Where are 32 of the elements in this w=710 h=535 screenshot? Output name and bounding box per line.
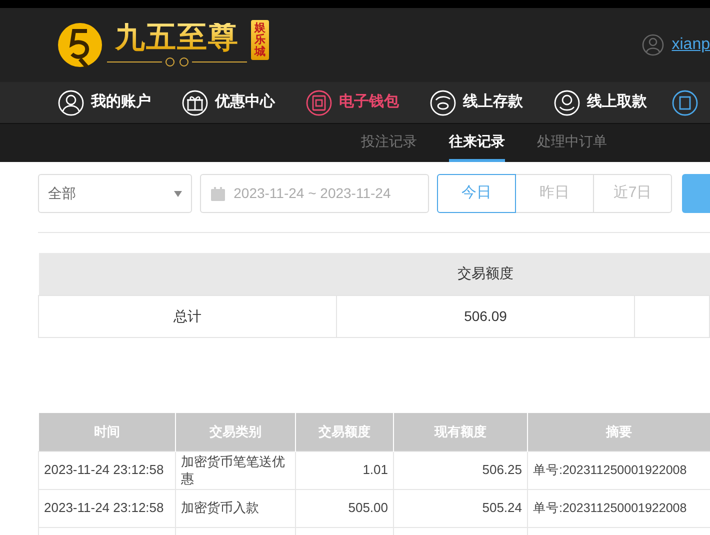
gift-icon [182,90,208,116]
calendar-icon [210,186,226,202]
sub-tab[interactable]: 往来记录 [449,123,505,162]
nav-tab[interactable]: 优惠中心 [182,90,275,116]
user-icon [58,90,84,116]
username-link[interactable]: xianp [672,33,710,57]
table-cell: 单号:202311250001922008 [528,452,710,490]
table-cell: 505.00 [296,490,394,528]
ornament-icon [107,57,247,67]
logo-icon [57,22,103,68]
nav-tab[interactable]: 我的账户 [58,90,151,116]
logo-badge: 娱乐城 [251,20,269,60]
table-cell: 总计 [38,295,336,337]
table-cell: 加密货币入款 [176,490,296,528]
wallet-icon [306,90,332,116]
table-cell: 506.25 [394,452,528,490]
nav-tab[interactable]: 电子钱包 [306,90,399,116]
nav-tab[interactable]: 线上存款 [430,90,523,116]
type-select[interactable]: 全部 [38,174,192,213]
nav-tab[interactable]: 线上取款 [554,90,647,116]
table-cell: 2023-11-24 23:12:58 [38,490,176,528]
table-cell: 2023-11-24 23:12:58 [38,452,176,490]
user-icon[interactable] [642,34,664,56]
table-cell: 1.01 [296,452,394,490]
table-cell: 506.09 [336,295,634,337]
sub-tab[interactable]: 投注记录 [361,123,417,162]
table-header: 交易额度 [336,253,634,295]
caret-icon [174,190,182,196]
table-cell: 505.24 [394,490,528,528]
sub-tab[interactable]: 处理中订单 [537,123,607,162]
table-cell: 加密货币笔笔送优惠 [176,452,296,490]
logo-text: 九五至尊 [115,23,239,53]
